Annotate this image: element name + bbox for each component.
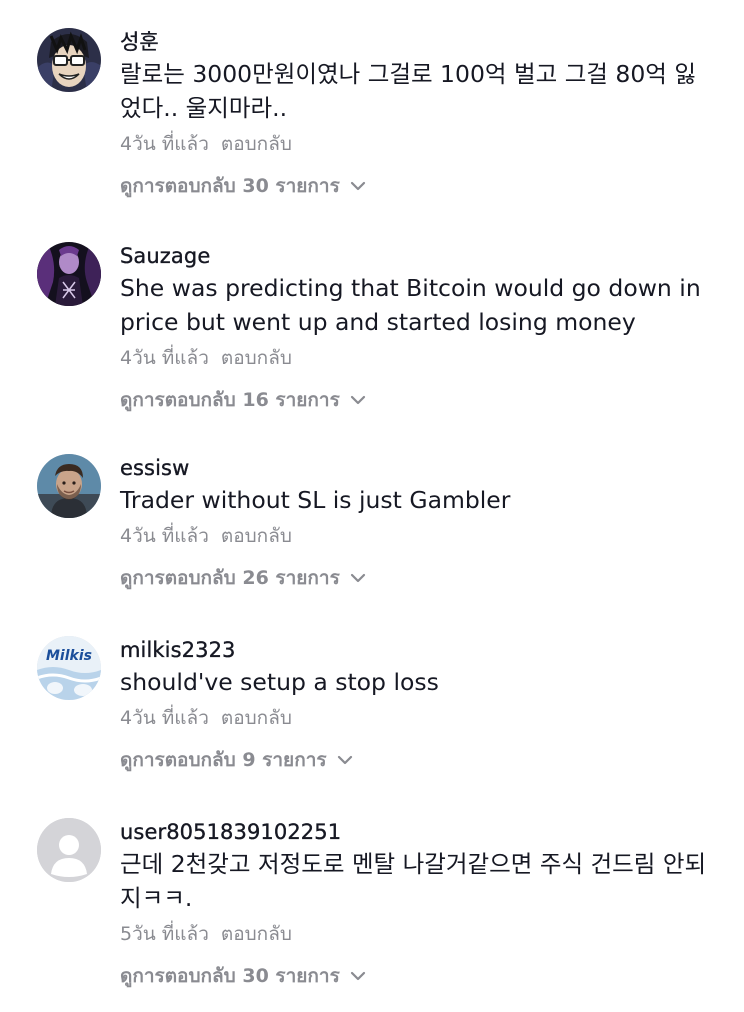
view-replies-button[interactable]: ดูการตอบกลับ 26 รายการ bbox=[120, 565, 366, 591]
view-replies-label: ดูการตอบกลับ 16 รายการ bbox=[120, 389, 340, 411]
comment-time: 4วัน ที่แล้ว bbox=[120, 347, 209, 369]
reply-button[interactable]: ตอบกลับ bbox=[221, 921, 292, 947]
comment-body: milkis2323 should've setup a stop loss 4… bbox=[120, 636, 720, 773]
avatar[interactable] bbox=[37, 454, 101, 518]
purple-figure-avatar-icon bbox=[37, 242, 101, 306]
view-replies-button[interactable]: ดูการตอบกลับ 30 รายการ bbox=[120, 173, 366, 199]
avatar[interactable] bbox=[37, 818, 101, 882]
chevron-down-icon bbox=[350, 968, 366, 984]
comment-username[interactable]: 성훈 bbox=[120, 28, 720, 56]
comment-username[interactable]: user8051839102251 bbox=[120, 818, 720, 846]
comment-body: Sauzage She was predicting that Bitcoin … bbox=[120, 242, 720, 413]
avatar[interactable] bbox=[37, 28, 101, 92]
svg-text:Milkis: Milkis bbox=[46, 648, 92, 664]
reply-button[interactable]: ตอบกลับ bbox=[221, 705, 292, 731]
view-replies-label: ดูการตอบกลับ 9 รายการ bbox=[120, 749, 327, 771]
comment-username[interactable]: milkis2323 bbox=[120, 636, 720, 664]
milkis-can-avatar-icon: Milkis bbox=[37, 636, 101, 700]
comment-time: 4วัน ที่แล้ว bbox=[120, 707, 209, 729]
comment-text: should've setup a stop loss bbox=[120, 668, 439, 696]
view-replies-button[interactable]: ดูการตอบกลับ 16 รายการ bbox=[120, 387, 366, 413]
view-replies-button[interactable]: ดูการตอบกลับ 30 รายการ bbox=[120, 963, 366, 989]
chevron-down-icon bbox=[337, 752, 353, 768]
comment-meta: 4วัน ที่แล้ว ตอบกลับ bbox=[120, 345, 720, 371]
comment-text: 근데 2천갖고 저정도로 멘탈 나갈거같으면 주식 건드림 안되지ㅋㅋ. bbox=[120, 850, 707, 912]
comment-body: 성훈 랄로는 3000만원이였나 그걸로 100억 벌고 그걸 80억 잃었다.… bbox=[120, 28, 720, 199]
comment-username[interactable]: Sauzage bbox=[120, 242, 720, 270]
comment-time: 4วัน ที่แล้ว bbox=[120, 133, 209, 155]
avatar[interactable]: Milkis bbox=[37, 636, 101, 700]
comment-meta: 4วัน ที่แล้ว ตอบกลับ bbox=[120, 523, 720, 549]
comment-body: essisw Trader without SL is just Gambler… bbox=[120, 454, 720, 591]
comment-body: user8051839102251 근데 2천갖고 저정도로 멘탈 나갈거같으면… bbox=[120, 818, 720, 989]
comment-username[interactable]: essisw bbox=[120, 454, 720, 482]
anime-glasses-avatar-icon bbox=[37, 28, 101, 92]
comment-time: 4วัน ที่แล้ว bbox=[120, 525, 209, 547]
default-user-avatar-icon bbox=[37, 818, 101, 882]
comment-text: Trader without SL is just Gambler bbox=[120, 486, 511, 514]
view-replies-label: ดูการตอบกลับ 30 รายการ bbox=[120, 175, 340, 197]
comment-meta: 4วัน ที่แล้ว ตอบกลับ bbox=[120, 131, 720, 157]
comment-text: 랄로는 3000만원이였나 그걸로 100억 벌고 그걸 80억 잃었다.. 울… bbox=[120, 60, 697, 122]
reply-button[interactable]: ตอบกลับ bbox=[221, 523, 292, 549]
view-replies-label: ดูการตอบกลับ 26 รายการ bbox=[120, 567, 340, 589]
view-replies-label: ดูการตอบกลับ 30 รายการ bbox=[120, 965, 340, 987]
comment-meta: 4วัน ที่แล้ว ตอบกลับ bbox=[120, 705, 720, 731]
chevron-down-icon bbox=[350, 392, 366, 408]
comment-text: She was predicting that Bitcoin would go… bbox=[120, 274, 701, 336]
avatar[interactable] bbox=[37, 242, 101, 306]
chevron-down-icon bbox=[350, 570, 366, 586]
comment-meta: 5วัน ที่แล้ว ตอบกลับ bbox=[120, 921, 720, 947]
chevron-down-icon bbox=[350, 178, 366, 194]
man-portrait-avatar-icon bbox=[37, 454, 101, 518]
reply-button[interactable]: ตอบกลับ bbox=[221, 131, 292, 157]
view-replies-button[interactable]: ดูการตอบกลับ 9 รายการ bbox=[120, 747, 353, 773]
comment-time: 5วัน ที่แล้ว bbox=[120, 923, 209, 945]
reply-button[interactable]: ตอบกลับ bbox=[221, 345, 292, 371]
